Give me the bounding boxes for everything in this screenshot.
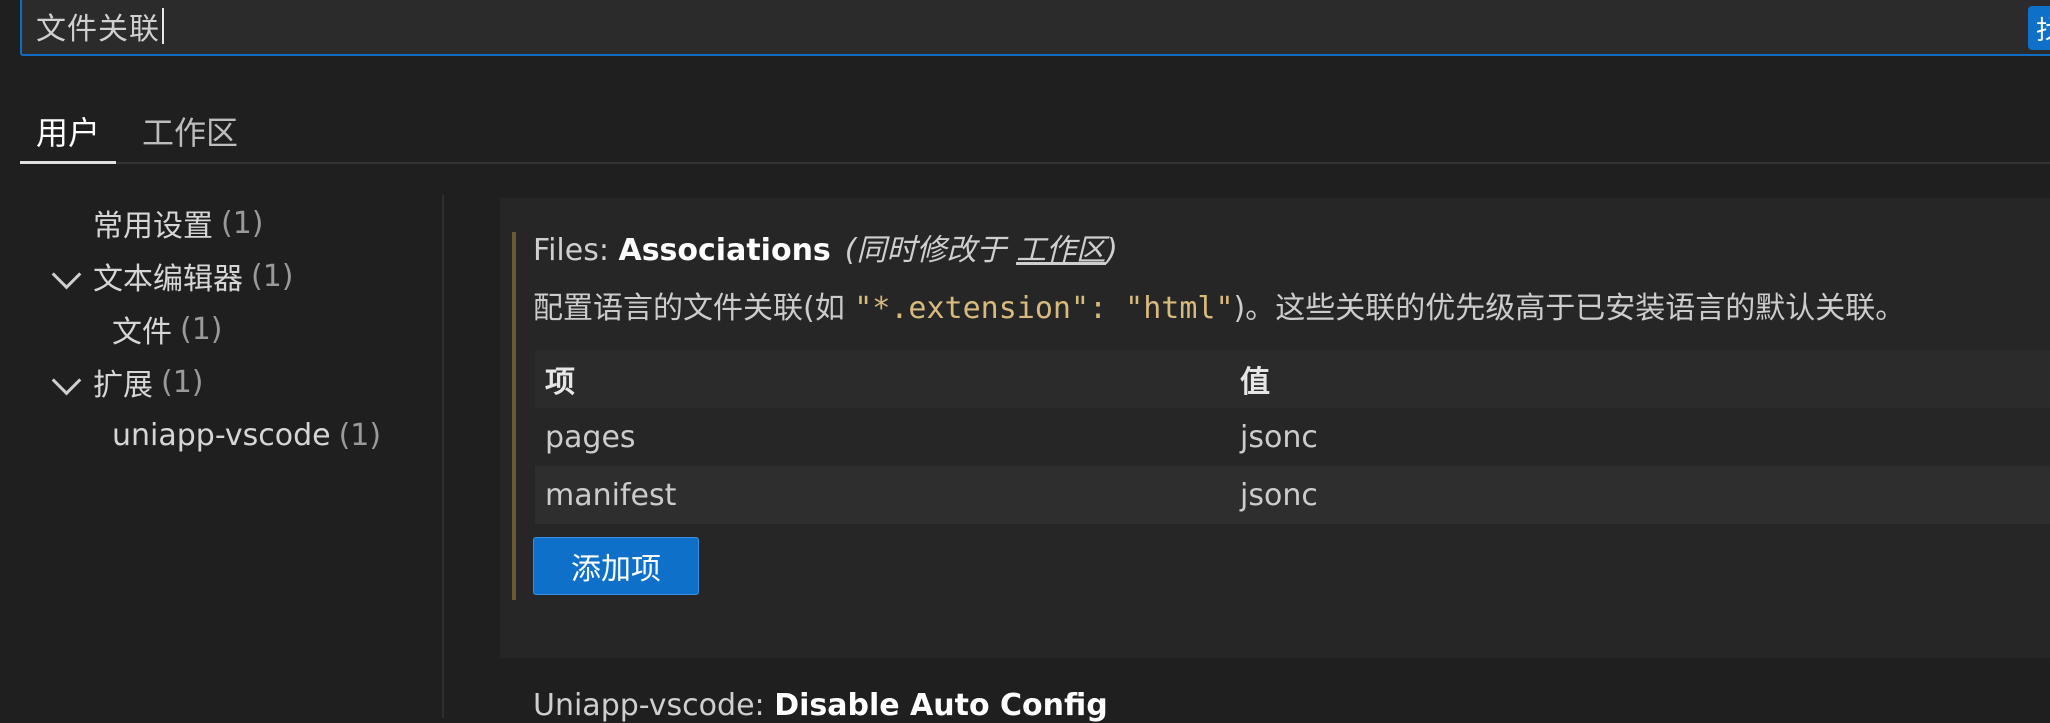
workspace-link[interactable]: 工作区 [1016,233,1106,268]
toc-item-count: (1) [161,364,204,400]
toc-item-count: (1) [338,417,382,453]
toc-item-count: (1) [180,311,223,347]
toc-item-label: 文本编辑器 [93,262,243,297]
setting-category: Files: [533,233,609,268]
modified-note-prefix: (同时修改于 [844,233,1007,268]
toc-item-label: 扩展 [93,368,153,403]
toc-item-common[interactable]: 常用设置 (1) [93,199,264,247]
settings-search-input[interactable]: 文件关联 [20,0,2050,56]
table-cell-value: jsonc [1240,419,1318,455]
setting-title: Files: Associations (同时修改于 工作区) [533,225,1118,269]
setting-description: 配置语言的文件关联(如 "*.extension": "html")。这些关联的… [533,283,1905,327]
toc-item-files[interactable]: 文件 (1) [112,305,223,353]
toc-item-label: 文件 [112,315,172,350]
search-input-value: 文件关联 [36,12,160,47]
table-row[interactable]: pages jsonc [535,408,2050,466]
settings-scope-tabs: 用户 工作区 [20,100,2050,164]
toc-item-uniapp-vscode[interactable]: uniapp-vscode (1) [112,411,381,459]
toc-item-count: (1) [221,205,264,241]
table-row[interactable]: manifest jsonc [535,466,2050,524]
setting-name: Associations [618,233,831,268]
toc-item-extensions[interactable]: 扩展 (1) [93,358,204,406]
column-header-key: 项 [545,365,575,400]
table-cell-key: manifest [545,477,677,513]
modified-indicator-bar [512,232,516,600]
toc-item-label: uniapp-vscode [112,417,331,453]
column-header-value: 值 [1240,365,1270,400]
description-code: "*.extension": "html" [854,291,1234,326]
toc-item-count: (1) [251,258,294,294]
add-item-button[interactable]: 添加项 [533,537,699,595]
toc-item-text-editor[interactable]: 文本编辑器 (1) [93,252,294,300]
toc-item-label: 常用设置 [93,209,213,244]
setting-modified-note: (同时修改于 工作区) [845,233,1118,268]
description-text-end: )。这些关联的优先级高于已安装语言的默认关联。 [1233,291,1906,326]
description-text: 配置语言的文件关联(如 [533,291,855,326]
search-action-button[interactable]: 找 [2028,6,2050,50]
associations-table: 项 值 pages jsonc manifest jsonc [535,350,2050,524]
tab-user[interactable]: 用户 [20,100,116,164]
table-header-row: 项 值 [535,350,2050,408]
table-cell-value: jsonc [1240,477,1318,513]
table-cell-key: pages [545,419,636,455]
text-caret [162,8,164,44]
toc-divider[interactable] [442,195,444,718]
modified-note-suffix: ) [1106,233,1118,268]
tab-workspace[interactable]: 工作区 [132,100,248,162]
